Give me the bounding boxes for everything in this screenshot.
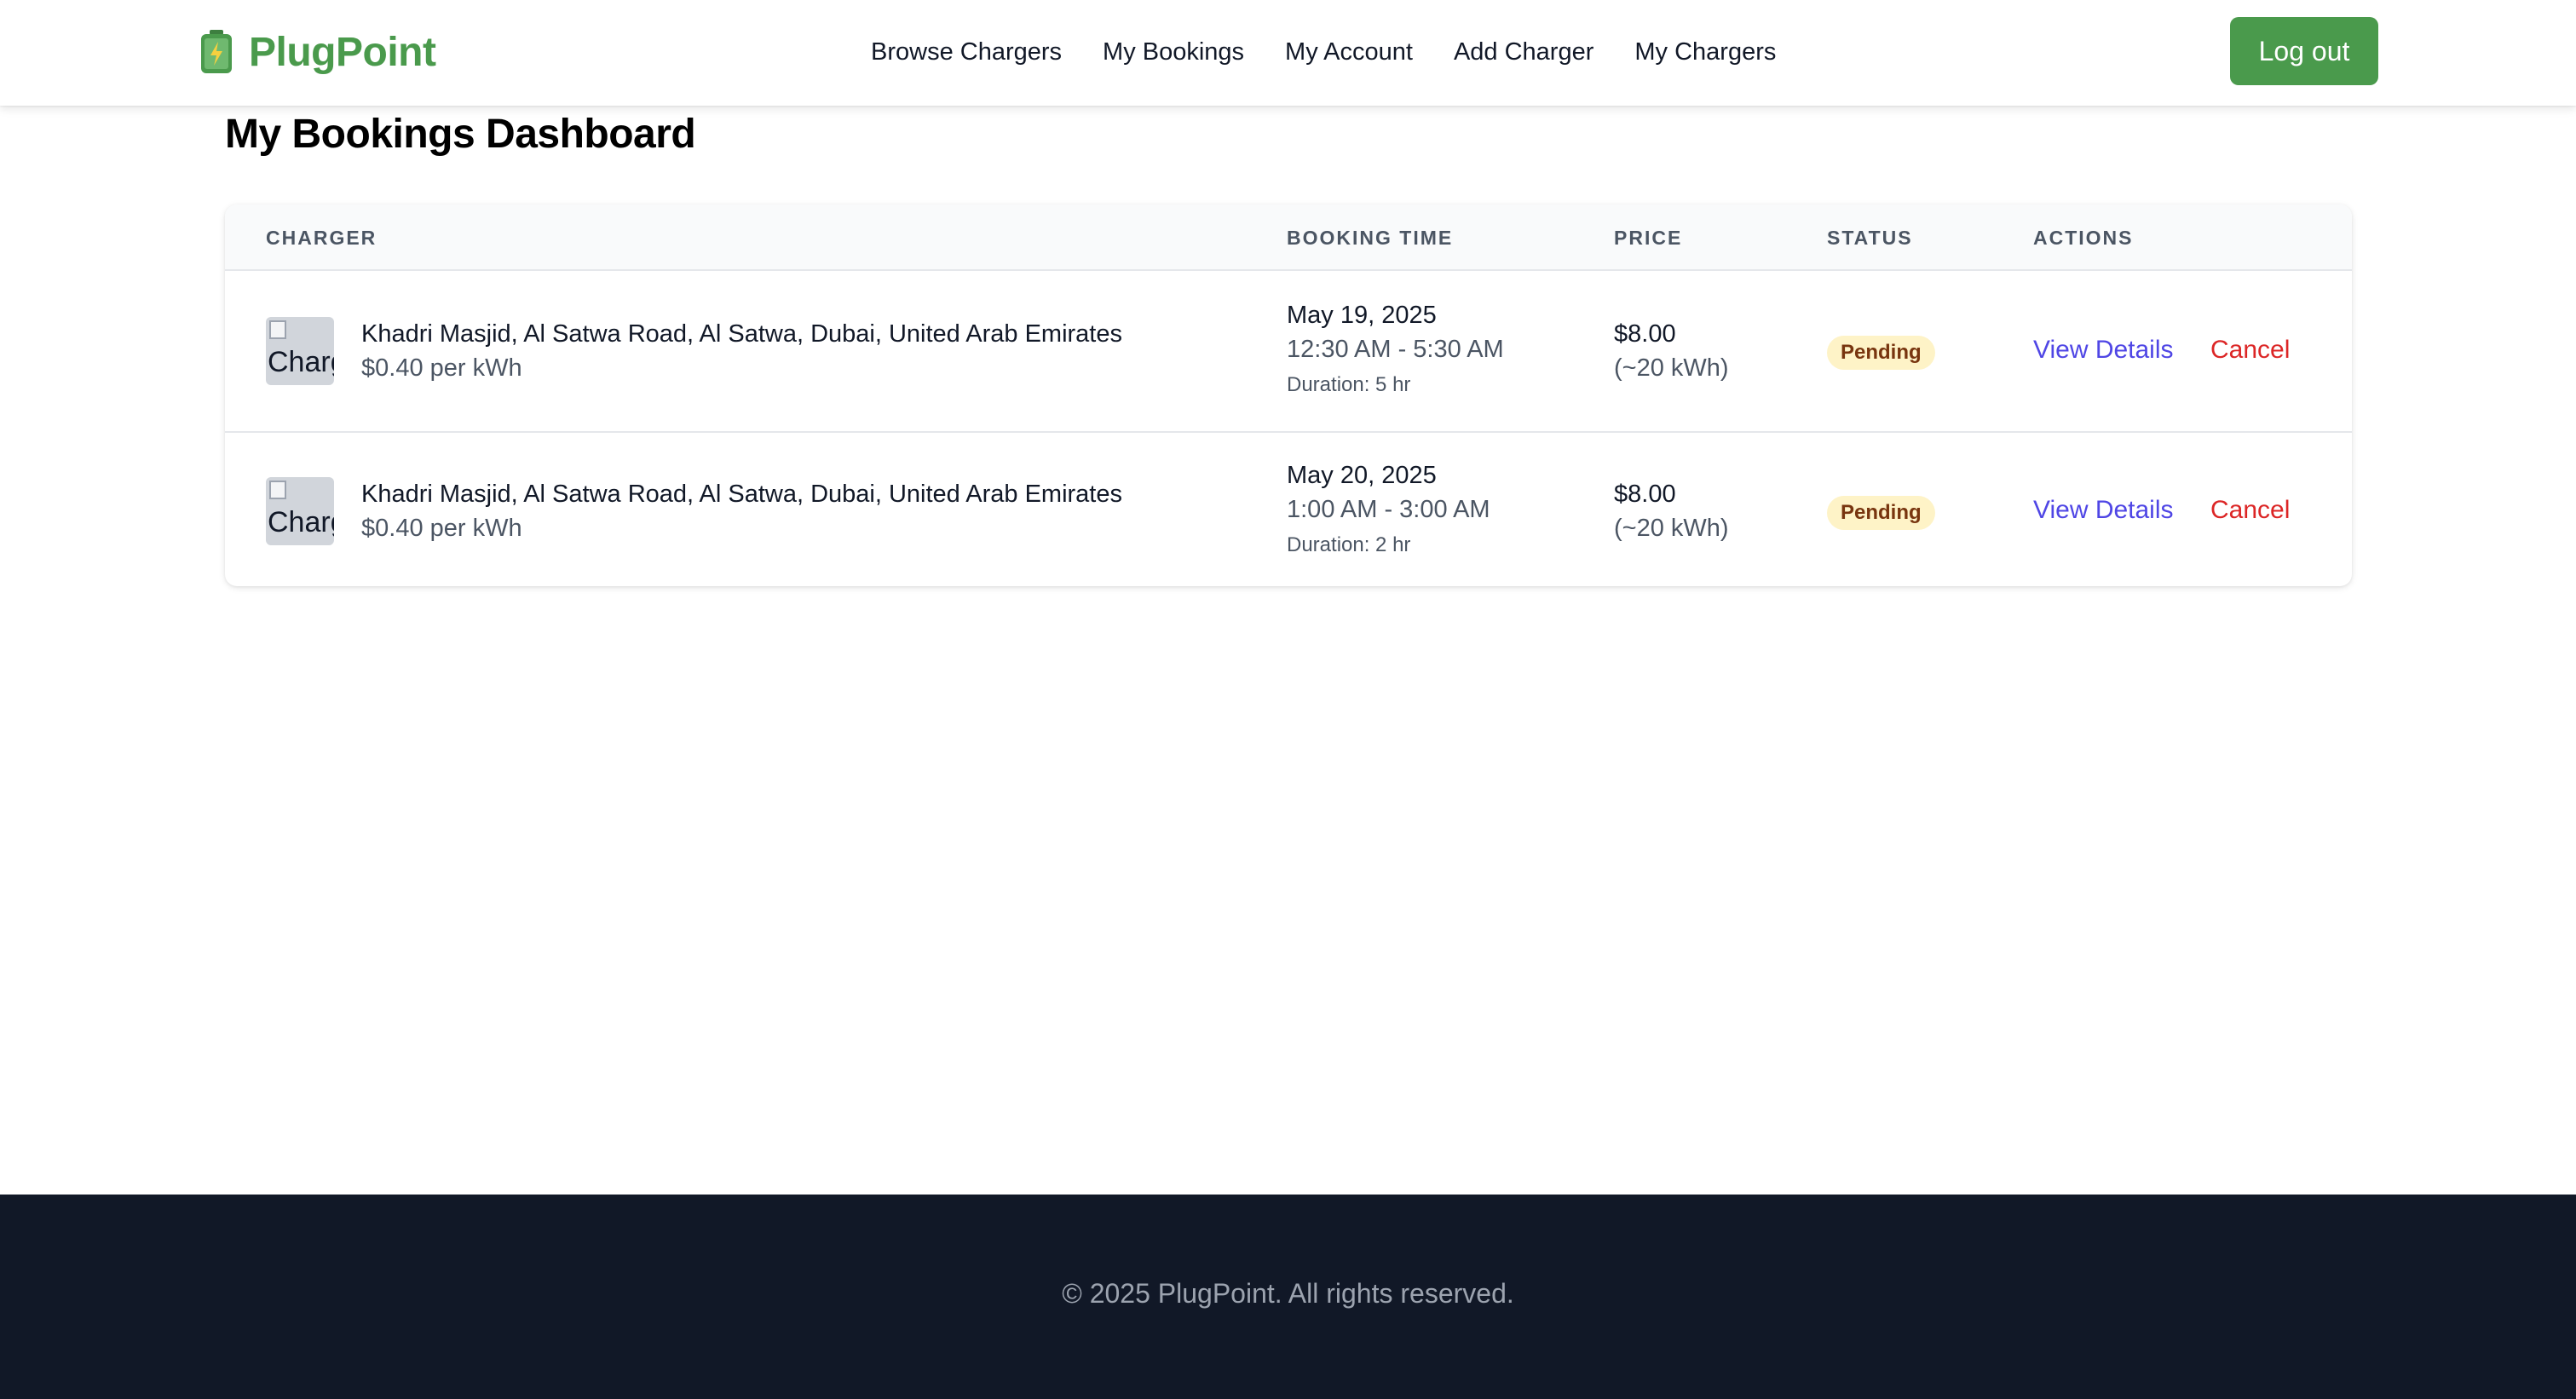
charger-name: Khadri Masjid, Al Satwa Road, Al Satwa, …: [361, 320, 1122, 348]
table-row: Charger Khadri Masjid, Al Satwa Road, Al…: [225, 431, 2352, 586]
footer-copyright: © 2025 PlugPoint. All rights reserved.: [1062, 1278, 1514, 1309]
booking-time-range: 1:00 AM - 3:00 AM: [1287, 496, 1490, 523]
column-header-charger: Charger: [266, 227, 377, 249]
top-nav-bar: PlugPoint Browse Chargers My Bookings My…: [0, 0, 2576, 106]
bookings-table: Charger Booking Time Price Status Action…: [225, 204, 2352, 586]
view-details-link[interactable]: View Details: [2033, 336, 2174, 365]
thumbnail-alt-text: Charger: [268, 506, 334, 538]
booking-date: May 20, 2025: [1287, 462, 1437, 489]
page-footer: © 2025 PlugPoint. All rights reserved.: [0, 1195, 2576, 1399]
nav-browse-chargers[interactable]: Browse Chargers: [871, 38, 1062, 66]
brand-name: PlugPoint: [249, 29, 436, 75]
nav-my-chargers[interactable]: My Chargers: [1634, 38, 1776, 66]
booking-price: $8.00: [1614, 320, 1676, 348]
cancel-booking-link[interactable]: Cancel: [2210, 336, 2290, 365]
thumbnail-alt-text: Charger: [268, 346, 334, 378]
page-title: My Bookings Dashboard: [225, 112, 696, 157]
booking-energy: (~20 kWh): [1614, 354, 1729, 382]
booking-energy: (~20 kWh): [1614, 515, 1729, 542]
battery-icon: [201, 30, 232, 73]
booking-time-range: 12:30 AM - 5:30 AM: [1287, 336, 1504, 363]
broken-image-icon: [269, 320, 286, 339]
booking-duration: Duration: 5 hr: [1287, 373, 1411, 396]
charger-name: Khadri Masjid, Al Satwa Road, Al Satwa, …: [361, 481, 1122, 508]
booking-date: May 19, 2025: [1287, 302, 1437, 329]
logout-button[interactable]: Log out: [2230, 17, 2378, 85]
charger-thumbnail: Charger: [266, 317, 334, 385]
cancel-booking-link[interactable]: Cancel: [2210, 496, 2290, 525]
booking-price: $8.00: [1614, 481, 1676, 508]
charger-rate: $0.40 per kWh: [361, 354, 522, 382]
status-badge: Pending: [1827, 336, 1935, 370]
main-nav: Browse Chargers My Bookings My Account A…: [871, 32, 1817, 72]
broken-image-icon: [269, 481, 286, 499]
charger-rate: $0.40 per kWh: [361, 515, 522, 542]
column-header-booking-time: Booking Time: [1287, 227, 1454, 249]
nav-my-account[interactable]: My Account: [1285, 38, 1413, 66]
brand-logo[interactable]: PlugPoint: [199, 26, 436, 78]
column-header-status: Status: [1827, 227, 1913, 249]
column-header-price: Price: [1614, 227, 1683, 249]
nav-add-charger[interactable]: Add Charger: [1454, 38, 1593, 66]
column-header-actions: Actions: [2033, 227, 2134, 249]
nav-my-bookings[interactable]: My Bookings: [1103, 38, 1244, 66]
status-badge: Pending: [1827, 496, 1935, 530]
table-row: Charger Khadri Masjid, Al Satwa Road, Al…: [225, 273, 2352, 431]
table-header-row: Charger Booking Time Price Status Action…: [225, 204, 2352, 271]
charger-thumbnail: Charger: [266, 477, 334, 545]
view-details-link[interactable]: View Details: [2033, 496, 2174, 525]
booking-duration: Duration: 2 hr: [1287, 533, 1411, 556]
